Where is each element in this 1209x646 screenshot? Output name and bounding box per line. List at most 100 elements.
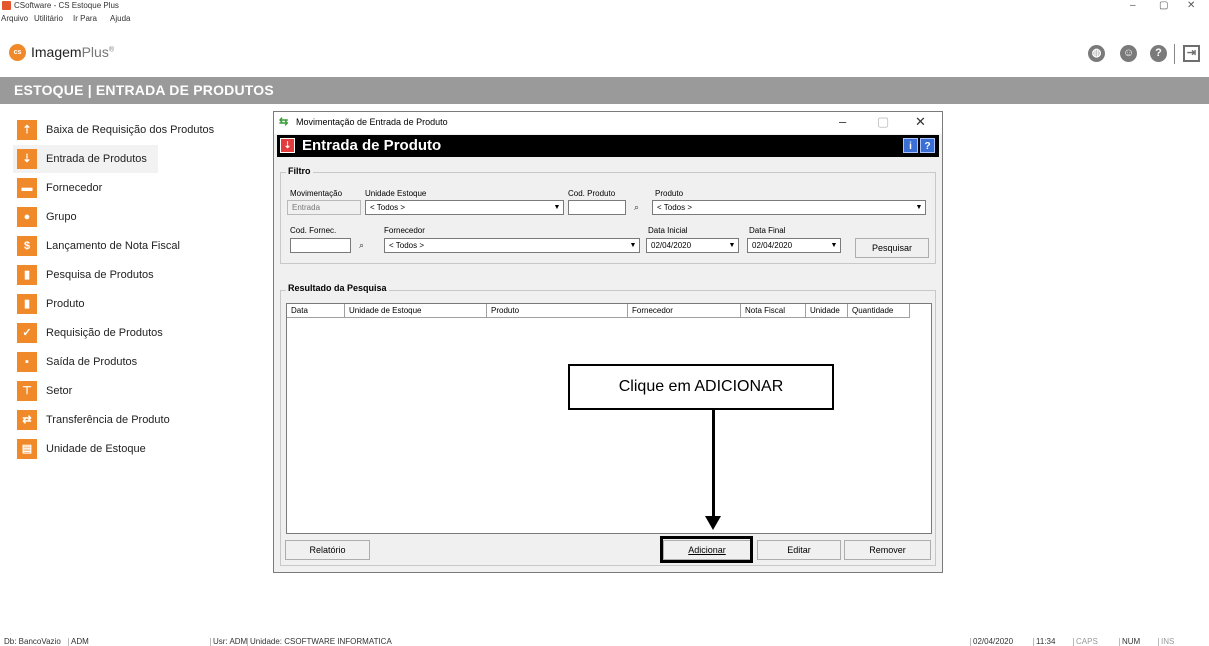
chevron-down-icon: ▼ bbox=[629, 242, 637, 249]
data-final-picker[interactable]: 02/04/2020 ▼ bbox=[747, 238, 841, 253]
sidebar-item-label: Unidade de Estoque bbox=[46, 443, 146, 455]
search-product-icon: ▮ bbox=[17, 265, 37, 285]
column-header-unidade-estoque[interactable]: Unidade de Estoque bbox=[345, 304, 487, 318]
column-header-quantidade[interactable]: Quantidade bbox=[848, 304, 910, 318]
sidebar-item-label: Entrada de Produtos bbox=[46, 153, 147, 165]
sidebar-item-setor[interactable]: ⊤ Setor bbox=[13, 377, 263, 405]
data-final-label: Data Final bbox=[749, 226, 786, 235]
remover-button[interactable]: Remover bbox=[844, 540, 931, 560]
editar-button[interactable]: Editar bbox=[757, 540, 841, 560]
sidebar-item-lancamento-nota[interactable]: $ Lançamento de Nota Fiscal bbox=[13, 232, 263, 260]
pesquisar-button[interactable]: Pesquisar bbox=[855, 238, 929, 258]
data-inicial-picker[interactable]: 02/04/2020 ▼ bbox=[646, 238, 739, 253]
filter-group-title: Filtro bbox=[286, 166, 313, 176]
sidebar-item-label: Lançamento de Nota Fiscal bbox=[46, 240, 180, 252]
menu-ajuda[interactable]: Ajuda bbox=[110, 14, 130, 24]
sidebar-item-transferencia-produto[interactable]: ⇄ Transferência de Produto bbox=[13, 406, 263, 434]
sidebar-item-label: Produto bbox=[46, 298, 85, 310]
dialog-close-button[interactable]: ✕ bbox=[915, 114, 926, 130]
cod-fornec-label: Cod. Fornec. bbox=[290, 226, 337, 235]
sidebar-item-requisicao-produtos[interactable]: ✓ Requisição de Produtos bbox=[13, 319, 263, 347]
status-date: 02/04/2020 bbox=[970, 638, 1013, 646]
app-title: CSoftware - CS Estoque Plus bbox=[14, 1, 119, 10]
invoice-icon: $ bbox=[17, 236, 37, 256]
results-table[interactable]: Data Unidade de Estoque Produto Forneced… bbox=[286, 303, 932, 534]
sidebar-item-label: Pesquisa de Produtos bbox=[46, 269, 154, 281]
results-group-title: Resultado da Pesquisa bbox=[286, 283, 389, 293]
close-button[interactable]: ✕ bbox=[1187, 0, 1195, 11]
globe-icon[interactable]: ◍ bbox=[1088, 45, 1105, 62]
sidebar-item-label: Requisição de Produtos bbox=[46, 327, 163, 339]
produto-label: Produto bbox=[655, 189, 684, 198]
chevron-down-icon: ▼ bbox=[553, 204, 561, 211]
status-caps: CAPS bbox=[1073, 638, 1098, 646]
divider bbox=[1174, 44, 1175, 64]
cod-produto-label: Cod. Produto bbox=[568, 189, 616, 198]
product-icon: ▮ bbox=[17, 294, 37, 314]
chevron-down-icon: ▼ bbox=[915, 204, 923, 211]
dialog-titlebar: ⇆ Movimentação de Entrada de Produto – ▢… bbox=[274, 112, 942, 134]
minimize-button[interactable]: – bbox=[1130, 0, 1136, 11]
movement-icon: ⇆ bbox=[279, 116, 289, 128]
menu-arquivo[interactable]: Arquivo bbox=[1, 14, 28, 24]
sidebar-item-label: Setor bbox=[46, 385, 73, 397]
help-icon[interactable]: ? bbox=[920, 138, 935, 153]
app-icon bbox=[2, 1, 11, 10]
sidebar-item-label: Grupo bbox=[46, 211, 77, 223]
info-icon[interactable]: i bbox=[903, 138, 918, 153]
sidebar-item-fornecedor[interactable]: ▬ Fornecedor bbox=[13, 174, 263, 202]
fornecedor-select[interactable]: < Todos > ▼ bbox=[384, 238, 640, 253]
sidebar-item-entrada-produtos[interactable]: ⇣ Entrada de Produtos bbox=[13, 145, 158, 173]
status-ins: INS bbox=[1158, 638, 1174, 646]
exit-icon[interactable]: ⇥ bbox=[1183, 45, 1200, 62]
dialog-heading: Entrada de Produto bbox=[302, 137, 442, 154]
status-unidade: Unidade: CSOFTWARE INFORMATICA bbox=[247, 638, 392, 646]
cod-produto-input[interactable] bbox=[568, 200, 626, 215]
binoculars-search-icon[interactable]: ⌕ bbox=[629, 200, 644, 215]
dialog-maximize-button: ▢ bbox=[877, 114, 890, 129]
chevron-down-icon: ▼ bbox=[830, 242, 838, 249]
status-usr: Usr: ADM bbox=[210, 638, 247, 646]
menu-utilitario[interactable]: Utilitário bbox=[34, 14, 63, 24]
sidebar-item-unidade-estoque[interactable]: ▤ Unidade de Estoque bbox=[13, 435, 263, 463]
sidebar-item-label: Transferência de Produto bbox=[46, 414, 170, 426]
menu-ir-para[interactable]: Ir Para bbox=[73, 14, 97, 24]
column-header-produto[interactable]: Produto bbox=[487, 304, 628, 318]
adicionar-highlight-box bbox=[660, 536, 753, 563]
column-header-data[interactable]: Data bbox=[287, 304, 345, 318]
maximize-button[interactable]: ▢ bbox=[1159, 0, 1168, 11]
binoculars-search-icon[interactable]: ⌕ bbox=[354, 238, 369, 253]
callout-arrow-line bbox=[712, 410, 715, 518]
unidade-estoque-select[interactable]: < Todos > ▼ bbox=[365, 200, 564, 215]
unidade-estoque-label: Unidade Estoque bbox=[365, 189, 427, 198]
sidebar-item-grupo[interactable]: ● Grupo bbox=[13, 203, 263, 231]
sidebar-item-saida-produtos[interactable]: ▪ Saída de Produtos bbox=[13, 348, 263, 376]
group-icon: ● bbox=[17, 207, 37, 227]
dialog-minimize-button[interactable]: – bbox=[839, 114, 846, 129]
column-header-nota-fiscal[interactable]: Nota Fiscal bbox=[741, 304, 806, 318]
page-title: ESTOQUE | ENTRADA DE PRODUTOS bbox=[14, 82, 274, 98]
column-header-fornecedor[interactable]: Fornecedor bbox=[628, 304, 741, 318]
status-bar: Db: BancoVazio ADM Usr: ADM Unidade: CSO… bbox=[0, 638, 1209, 646]
stock-unit-icon: ▤ bbox=[17, 439, 37, 459]
produto-select[interactable]: < Todos > ▼ bbox=[652, 200, 926, 215]
status-time: 11:34 bbox=[1033, 638, 1055, 646]
sidebar-item-produto[interactable]: ▮ Produto bbox=[13, 290, 263, 318]
column-header-unidade[interactable]: Unidade bbox=[806, 304, 848, 318]
brand-logo-icon: cs bbox=[9, 44, 26, 61]
transfer-icon: ⇄ bbox=[17, 410, 37, 430]
relatorio-button[interactable]: Relatório bbox=[285, 540, 370, 560]
entry-icon: ⇣ bbox=[280, 138, 295, 153]
data-inicial-label: Data Inicial bbox=[648, 226, 688, 235]
sidebar-item-baixa-requisicao[interactable]: ⇡ Baixa de Requisição dos Produtos bbox=[13, 116, 263, 144]
cod-fornec-input[interactable] bbox=[290, 238, 351, 253]
chevron-down-icon: ▼ bbox=[728, 242, 736, 249]
status-num: NUM bbox=[1119, 638, 1140, 646]
sidebar-item-pesquisa-produtos[interactable]: ▮ Pesquisa de Produtos bbox=[13, 261, 263, 289]
truck-icon: ▬ bbox=[17, 178, 37, 198]
fornecedor-label: Fornecedor bbox=[384, 226, 425, 235]
support-agent-icon[interactable]: ☺ bbox=[1120, 45, 1137, 62]
status-user-short: ADM bbox=[68, 638, 89, 646]
help-icon[interactable]: ? bbox=[1150, 45, 1167, 62]
callout-text: Clique em ADICIONAR bbox=[618, 378, 784, 395]
